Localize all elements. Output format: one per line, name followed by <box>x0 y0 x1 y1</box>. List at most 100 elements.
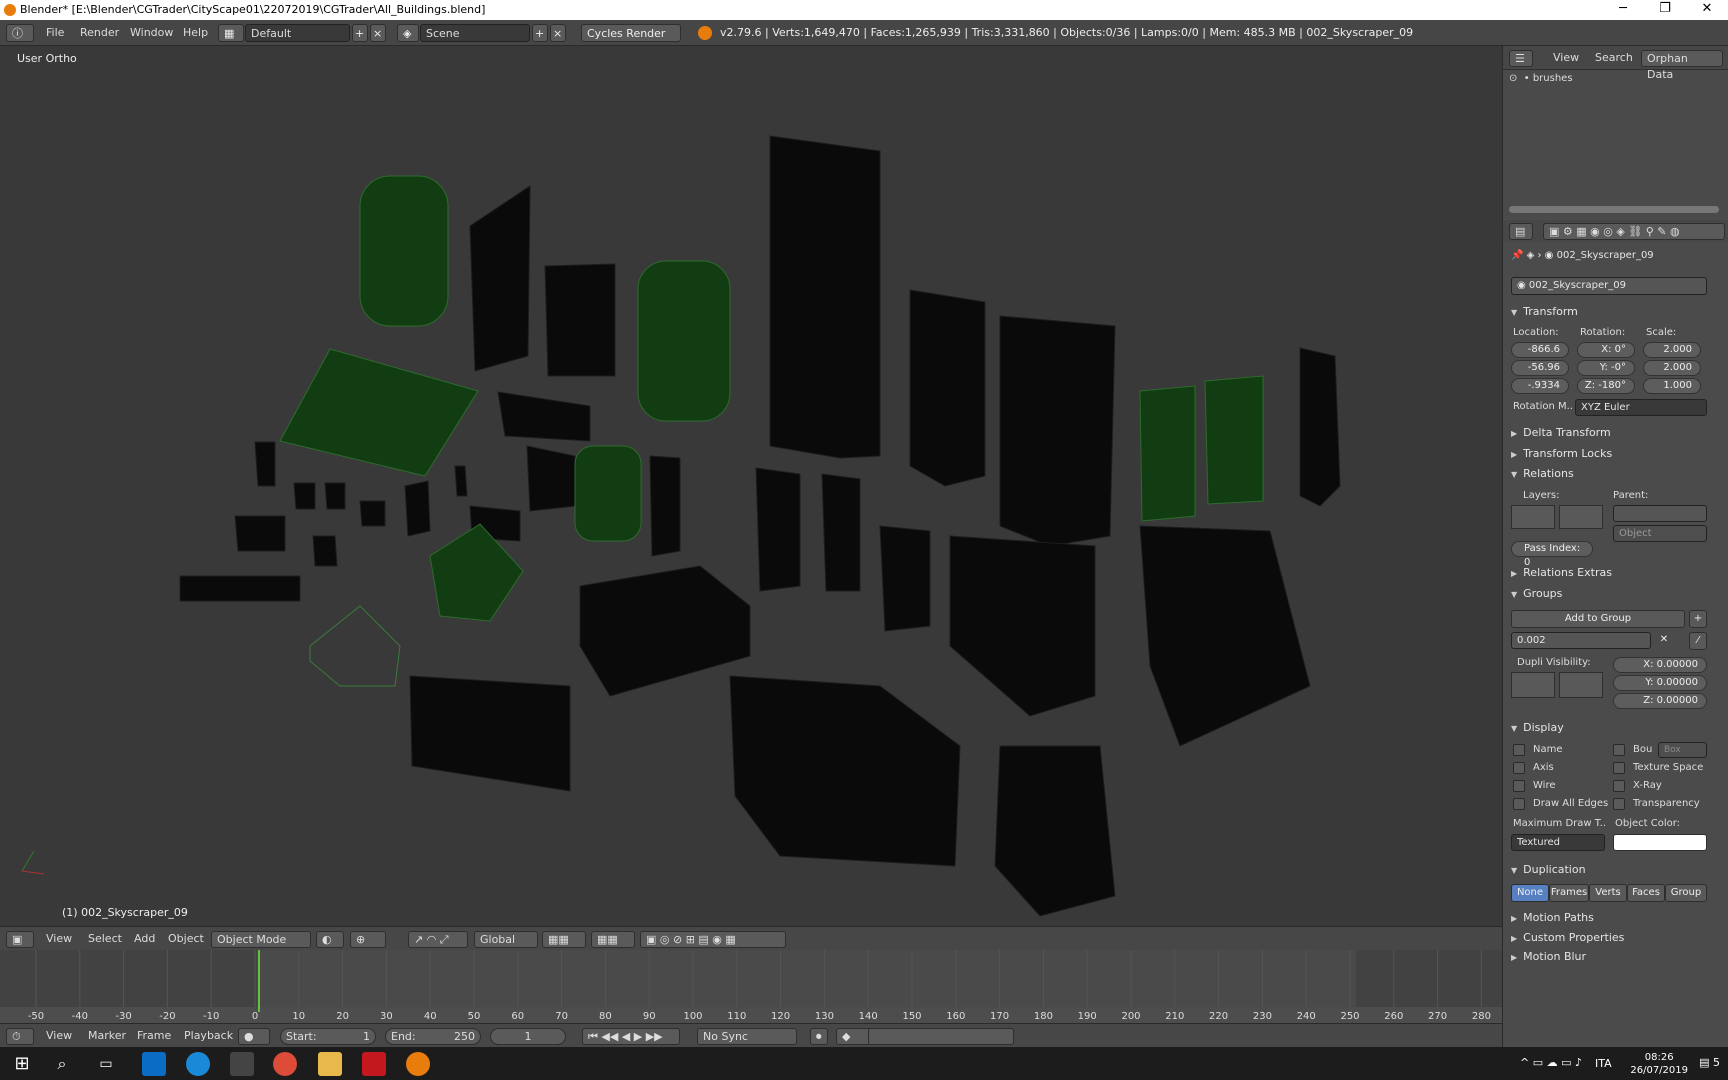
timeline-editor[interactable]: -50 -40 -30 -20 -10 0 10 20 30 40 50 60 70 80 90 100 110… <box>0 950 1502 1023</box>
duplication-panel[interactable]: Duplication <box>1511 860 1711 879</box>
outliner[interactable]: ☰ View Search Orphan Data ⊙ • brushes <box>1503 46 1728 216</box>
location-y[interactable]: -56.96 <box>1511 360 1569 376</box>
record-icon[interactable]: ⏺ <box>810 1028 828 1045</box>
object-name-field[interactable]: ◉ 002_Skyscraper_09 <box>1511 277 1707 295</box>
chrome-icon[interactable] <box>273 1052 297 1076</box>
pivot-icon[interactable]: ⊕ <box>350 931 386 948</box>
minimize-button[interactable]: ─ <box>1602 0 1644 20</box>
tray-icons[interactable]: ^ ▭ ☁ ▭ ♪ <box>1520 1056 1582 1069</box>
display-panel[interactable]: Display <box>1511 718 1711 737</box>
location-z[interactable]: -.9334 <box>1511 378 1569 394</box>
edge-icon[interactable] <box>186 1052 210 1076</box>
menu-file[interactable]: File <box>46 24 64 42</box>
close-button[interactable]: ✕ <box>1686 0 1728 20</box>
transform-locks-panel[interactable]: Transform Locks <box>1511 444 1711 463</box>
dup-verts-button[interactable]: Verts <box>1589 884 1627 902</box>
autokey-icons[interactable]: ● 🔒 <box>238 1028 270 1059</box>
mode-dropdown[interactable]: Object Mode <box>211 931 311 948</box>
rotation-z[interactable]: Z: -180° <box>1577 378 1635 394</box>
outliner-scrollbar[interactable] <box>1509 206 1719 213</box>
manipulator-icons[interactable]: ↗ ◠ ⤢ <box>408 931 468 948</box>
parent-type-dropdown[interactable]: Object <box>1613 525 1707 542</box>
menu-select[interactable]: Select <box>88 931 122 948</box>
checkbox-bounds[interactable] <box>1613 744 1625 756</box>
notification-icon[interactable]: ▤ 5 <box>1699 1056 1720 1069</box>
motion-blur-panel[interactable]: Motion Blur <box>1511 947 1711 966</box>
search-icon[interactable]: ⌕ <box>50 1052 74 1076</box>
add-scene-icon[interactable]: + <box>532 24 548 42</box>
relations-panel[interactable]: Relations <box>1511 464 1711 483</box>
max-draw-dropdown[interactable]: Textured <box>1511 834 1605 851</box>
screen-layout-field[interactable]: Default <box>245 24 350 42</box>
calculator-icon[interactable] <box>230 1052 254 1076</box>
clock[interactable]: 08:26 26/07/2019 <box>1630 1051 1688 1077</box>
checkbox-name[interactable] <box>1513 744 1525 756</box>
checkbox-axis[interactable] <box>1513 762 1525 774</box>
start-frame-field[interactable]: Start: 1 <box>280 1028 376 1045</box>
menu-playback[interactable]: Playback <box>184 1028 233 1045</box>
checkbox-draw-all-edges[interactable] <box>1513 798 1525 810</box>
relations-extras-panel[interactable]: Relations Extras <box>1511 563 1711 582</box>
add-group-icon[interactable]: + <box>1689 610 1707 628</box>
dup-frames-button[interactable]: Frames <box>1549 884 1589 902</box>
add-layout-icon[interactable]: + <box>352 24 368 42</box>
group-name-field[interactable]: 0.002 <box>1511 632 1651 649</box>
keyframe-icon[interactable]: ◆ <box>836 1028 872 1045</box>
object-color-swatch[interactable] <box>1613 834 1707 851</box>
menu-help[interactable]: Help <box>183 24 208 42</box>
location-x[interactable]: -866.6 <box>1511 342 1569 358</box>
dup-group-button[interactable]: Group <box>1665 884 1707 902</box>
menu-view[interactable]: View <box>46 931 72 948</box>
add-to-group-button[interactable]: Add to Group <box>1511 610 1685 628</box>
shading-icon[interactable]: ◐ <box>316 931 344 948</box>
group-specials-icon[interactable]: ⁄ <box>1689 632 1707 650</box>
file-explorer-icon[interactable] <box>318 1052 342 1076</box>
checkbox-texture-space[interactable] <box>1613 762 1625 774</box>
dupli-offset-y[interactable]: Y: 0.00000 <box>1613 675 1707 691</box>
task-view-icon[interactable]: ▭ <box>94 1052 118 1076</box>
current-frame-field[interactable]: 1 <box>490 1028 566 1045</box>
scene-field[interactable]: Scene <box>420 24 530 42</box>
custom-properties-panel[interactable]: Custom Properties <box>1511 928 1711 947</box>
render-engine-dropdown[interactable]: Cycles Render <box>581 24 681 42</box>
end-frame-field[interactable]: End: 250 <box>385 1028 481 1045</box>
checkbox-wire[interactable] <box>1513 780 1525 792</box>
display-mode-dropdown[interactable]: Orphan Data <box>1641 50 1723 81</box>
outliner-row-brushes[interactable]: ⊙ • brushes <box>1509 73 1573 84</box>
rotation-y[interactable]: Y: -0° <box>1577 360 1635 376</box>
autocad-icon[interactable] <box>362 1052 386 1076</box>
outliner-tab-search[interactable]: Search <box>1595 50 1633 67</box>
menu-render[interactable]: Render <box>80 24 119 42</box>
editor-type-icon[interactable]: ⏱ <box>6 1028 34 1045</box>
menu-frame[interactable]: Frame <box>137 1028 171 1045</box>
layer-grid-2[interactable] <box>1559 505 1603 529</box>
dup-none-button[interactable]: None <box>1511 884 1549 902</box>
delta-transform-panel[interactable]: Delta Transform <box>1511 423 1711 442</box>
scale-z[interactable]: 1.000 <box>1643 378 1701 394</box>
dup-faces-button[interactable]: Faces <box>1627 884 1665 902</box>
menu-view[interactable]: View <box>46 1028 72 1045</box>
layers-grid-icon[interactable]: ▦▦ <box>542 931 586 948</box>
transform-panel[interactable]: Transform <box>1511 302 1711 321</box>
groups-panel[interactable]: Groups <box>1511 584 1711 603</box>
layers-grid-icon-2[interactable]: ▦▦ <box>591 931 635 948</box>
blender-taskbar-icon[interactable] <box>406 1052 430 1076</box>
scene-icon[interactable]: ◈ <box>397 24 419 42</box>
menu-marker[interactable]: Marker <box>88 1028 126 1045</box>
dupli-offset-z[interactable]: Z: 0.00000 <box>1613 693 1707 709</box>
dupli-offset-x[interactable]: X: 0.00000 <box>1613 657 1707 673</box>
dupli-layer-grid-1[interactable] <box>1511 672 1555 698</box>
bounds-type-dropdown[interactable]: Box <box>1658 742 1707 758</box>
parent-field[interactable] <box>1613 505 1707 522</box>
checkbox-x-ray[interactable] <box>1613 780 1625 792</box>
pass-index-field[interactable]: Pass Index: 0 <box>1511 541 1593 568</box>
snap-tools-icons[interactable]: ▣ ◎ ⊘ ⊞ ▤ ◉ ▦ <box>640 931 786 948</box>
rotation-mode-dropdown[interactable]: XYZ Euler <box>1575 399 1707 416</box>
properties-type-icon[interactable]: ▤ <box>1509 223 1533 240</box>
outlook-icon[interactable] <box>142 1052 166 1076</box>
playback-controls[interactable]: ⏮ ◀◀ ◀ ▶ ▶▶ ⏭ <box>582 1028 680 1059</box>
start-icon[interactable]: ⊞ <box>10 1052 34 1076</box>
remove-scene-icon[interactable]: × <box>550 24 566 42</box>
3d-viewport[interactable]: User Ortho (1) 002_Skyscraper_09 <box>0 46 1502 926</box>
rotation-x[interactable]: X: 0° <box>1577 342 1635 358</box>
